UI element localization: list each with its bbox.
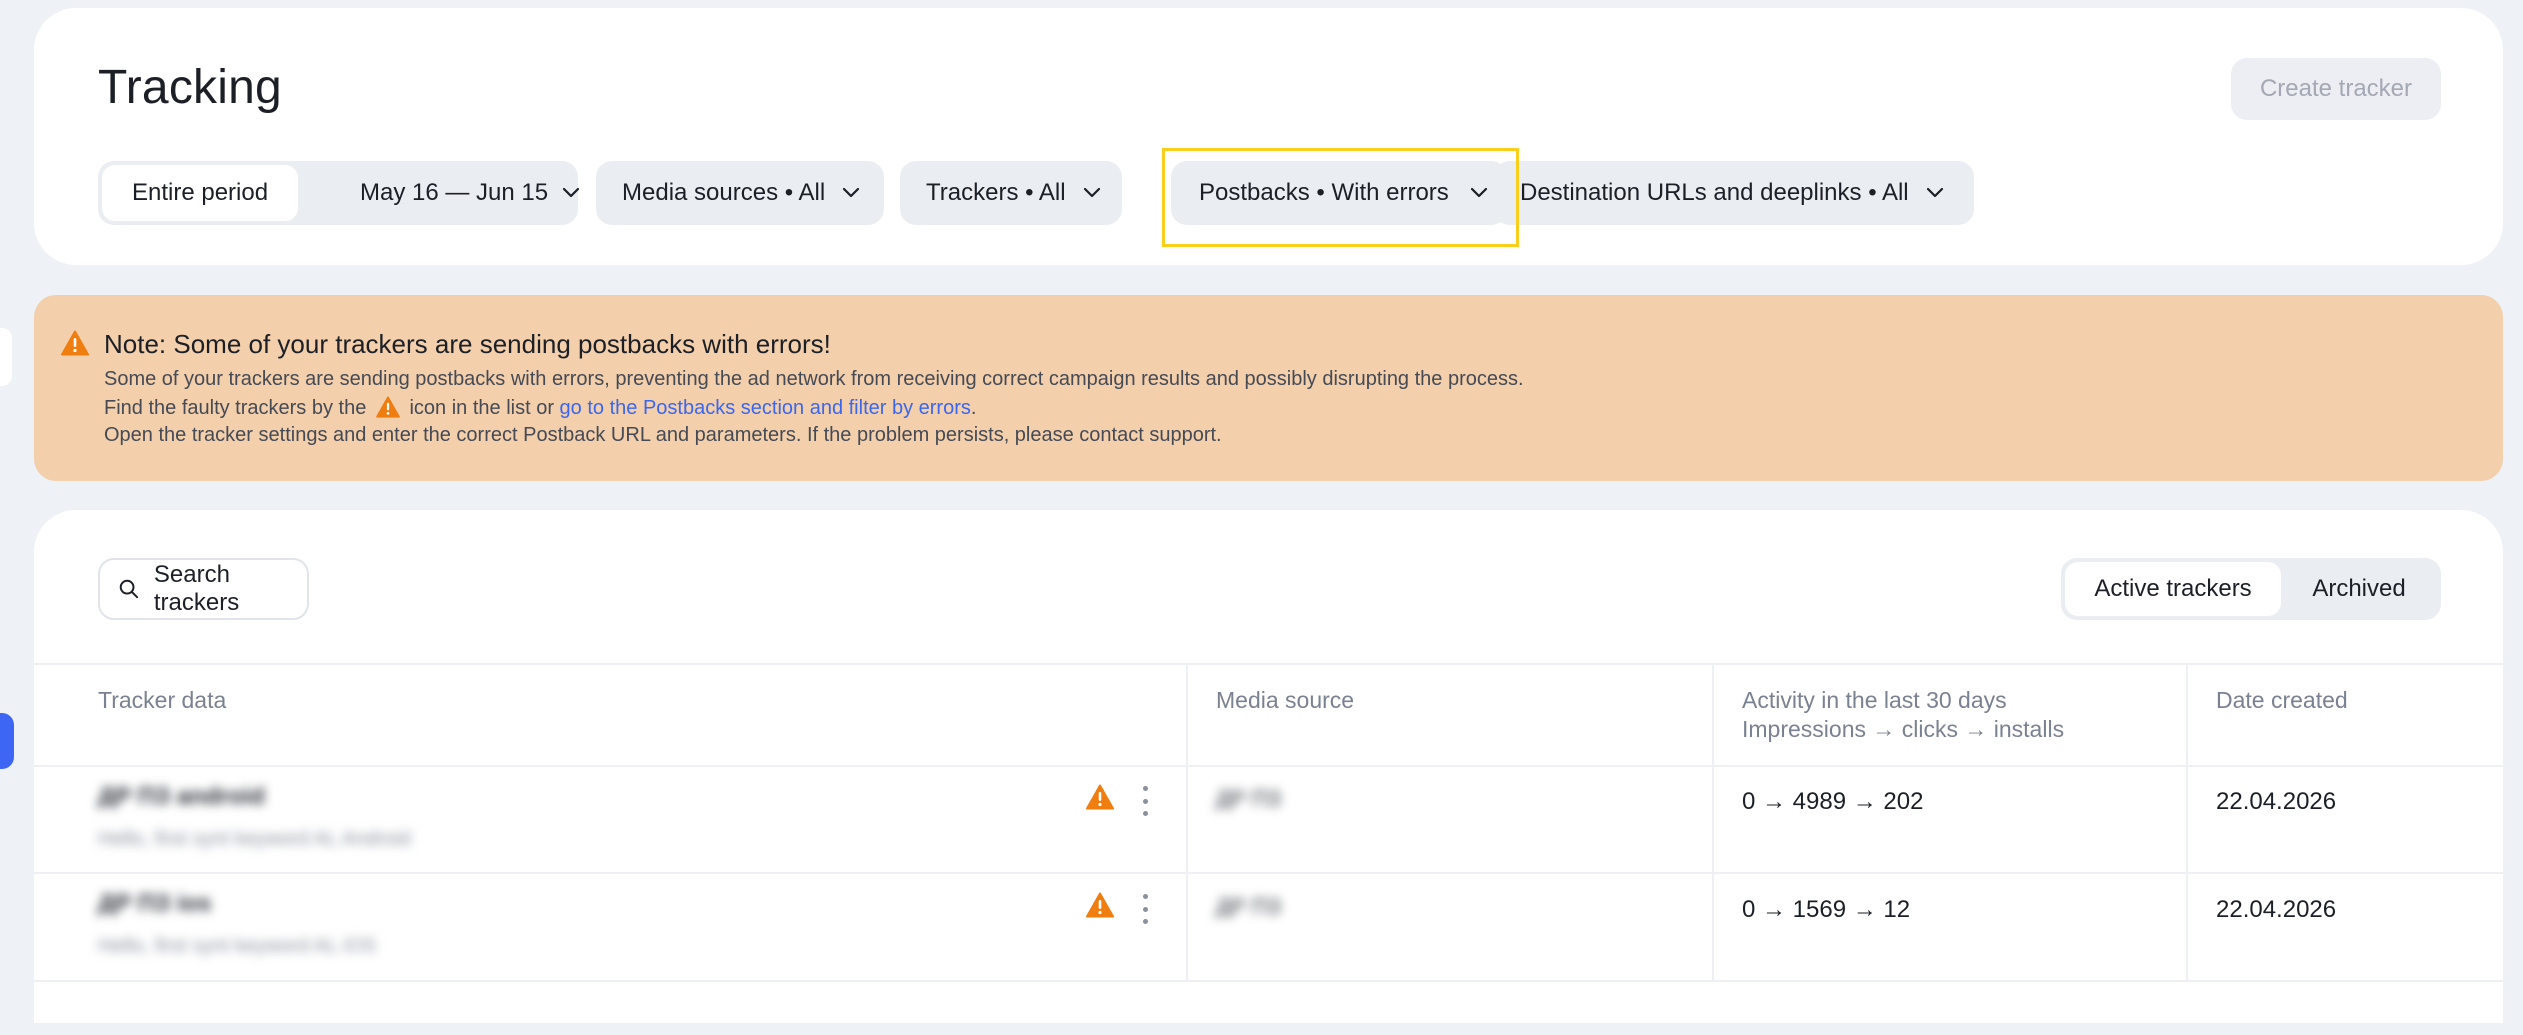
search-placeholder: Search trackers xyxy=(153,561,240,616)
tracker-status-tabs: Active trackers Archived xyxy=(2061,558,2441,620)
trackers-table-card: Search trackers Active trackers Archived… xyxy=(34,510,2503,1023)
side-panel-handle[interactable] xyxy=(0,328,12,386)
search-input[interactable]: Search trackers xyxy=(98,558,309,620)
focus-highlight-box xyxy=(1162,148,1519,247)
tab-archived[interactable]: Archived xyxy=(2281,562,2437,616)
alert-line-2-prefix: Find the faulty trackers by the xyxy=(104,397,367,419)
media-sources-filter-label: Media sources • All xyxy=(622,179,826,206)
column-divider xyxy=(1712,663,1714,980)
date-created-value: 22.04.2026 xyxy=(2216,896,2337,923)
warning-icon xyxy=(61,330,89,361)
tracker-subtitle: Hello, first synt keyword AL iOS xyxy=(98,935,377,957)
page-title: Tracking xyxy=(98,61,282,114)
postback-errors-alert: Note: Some of your trackers are sending … xyxy=(34,295,2503,481)
warning-icon[interactable] xyxy=(1086,784,1114,815)
more-options-icon[interactable] xyxy=(1138,786,1152,816)
column-divider xyxy=(1186,663,1188,980)
media-source-value: ДР ПЗ xyxy=(1216,894,1281,919)
destinations-filter-label: Destination URLs and deeplinks • All xyxy=(1520,179,1909,206)
column-divider xyxy=(2186,663,2188,980)
entire-period-segment[interactable]: Entire period xyxy=(102,165,299,221)
warning-icon xyxy=(376,396,400,424)
row-divider xyxy=(34,980,2503,982)
destinations-filter[interactable]: Destination URLs and deeplinks • All xyxy=(1494,161,1974,225)
date-range-label: May 16 — Jun 15 xyxy=(360,179,549,206)
warning-icon[interactable] xyxy=(1086,892,1114,923)
trackers-filter-label: Trackers • All xyxy=(926,179,1066,206)
chevron-down-icon xyxy=(841,183,861,203)
tracker-name[interactable]: ДР ПЗ ios xyxy=(98,890,211,918)
create-tracker-button[interactable]: Create tracker xyxy=(2231,58,2441,120)
chevron-down-icon xyxy=(561,183,581,203)
chevron-down-icon xyxy=(1082,183,1102,203)
more-options-icon[interactable] xyxy=(1138,894,1152,924)
date-created-value: 22.04.2026 xyxy=(2216,788,2337,815)
alert-line-2-suffix: . xyxy=(970,397,977,419)
activity-value: 0 → 4989 → 202 xyxy=(1742,788,1924,815)
activity-header-line-2: Impressions → clicks → installs xyxy=(1742,716,2065,742)
header-card: Tracking Create tracker Entire period Ma… xyxy=(34,8,2503,265)
activity-header-line-1: Activity in the last 30 days xyxy=(1742,687,2007,713)
alert-line-2-middle: icon in the list or xyxy=(409,397,554,419)
table-top-divider xyxy=(34,663,2503,665)
support-chat-handle[interactable] xyxy=(0,713,14,769)
tracker-name[interactable]: ДР ПЗ android xyxy=(98,783,265,811)
activity-value: 0 → 1569 → 12 xyxy=(1742,896,1911,923)
header-row-divider xyxy=(34,765,2503,767)
tab-active-trackers[interactable]: Active trackers xyxy=(2065,562,2281,616)
alert-line-2: Find the faulty trackers by the icon in … xyxy=(104,396,976,424)
period-filter[interactable]: Entire period May 16 — Jun 15 xyxy=(98,161,581,225)
column-header-tracker-data: Tracker data xyxy=(98,687,227,713)
media-sources-filter[interactable]: Media sources • All xyxy=(596,161,884,225)
alert-line-3: Open the tracker settings and enter the … xyxy=(104,424,1222,446)
alert-title: Note: Some of your trackers are sending … xyxy=(104,329,831,359)
media-source-value: ДР ПЗ xyxy=(1216,786,1281,811)
column-header-date-created: Date created xyxy=(2216,687,2348,713)
tracker-subtitle: Hello, first synt keyword AL Android xyxy=(98,828,411,850)
row-divider xyxy=(34,872,2503,874)
alert-line-1: Some of your trackers are sending postba… xyxy=(104,368,1524,390)
postbacks-errors-link[interactable]: go to the Postbacks section and filter b… xyxy=(560,397,971,419)
chevron-down-icon xyxy=(1925,183,1945,203)
trackers-filter[interactable]: Trackers • All xyxy=(900,161,1122,225)
column-header-activity: Activity in the last 30 days Impressions… xyxy=(1742,686,2064,744)
search-icon xyxy=(119,579,139,599)
column-header-media-source: Media source xyxy=(1216,687,1355,713)
